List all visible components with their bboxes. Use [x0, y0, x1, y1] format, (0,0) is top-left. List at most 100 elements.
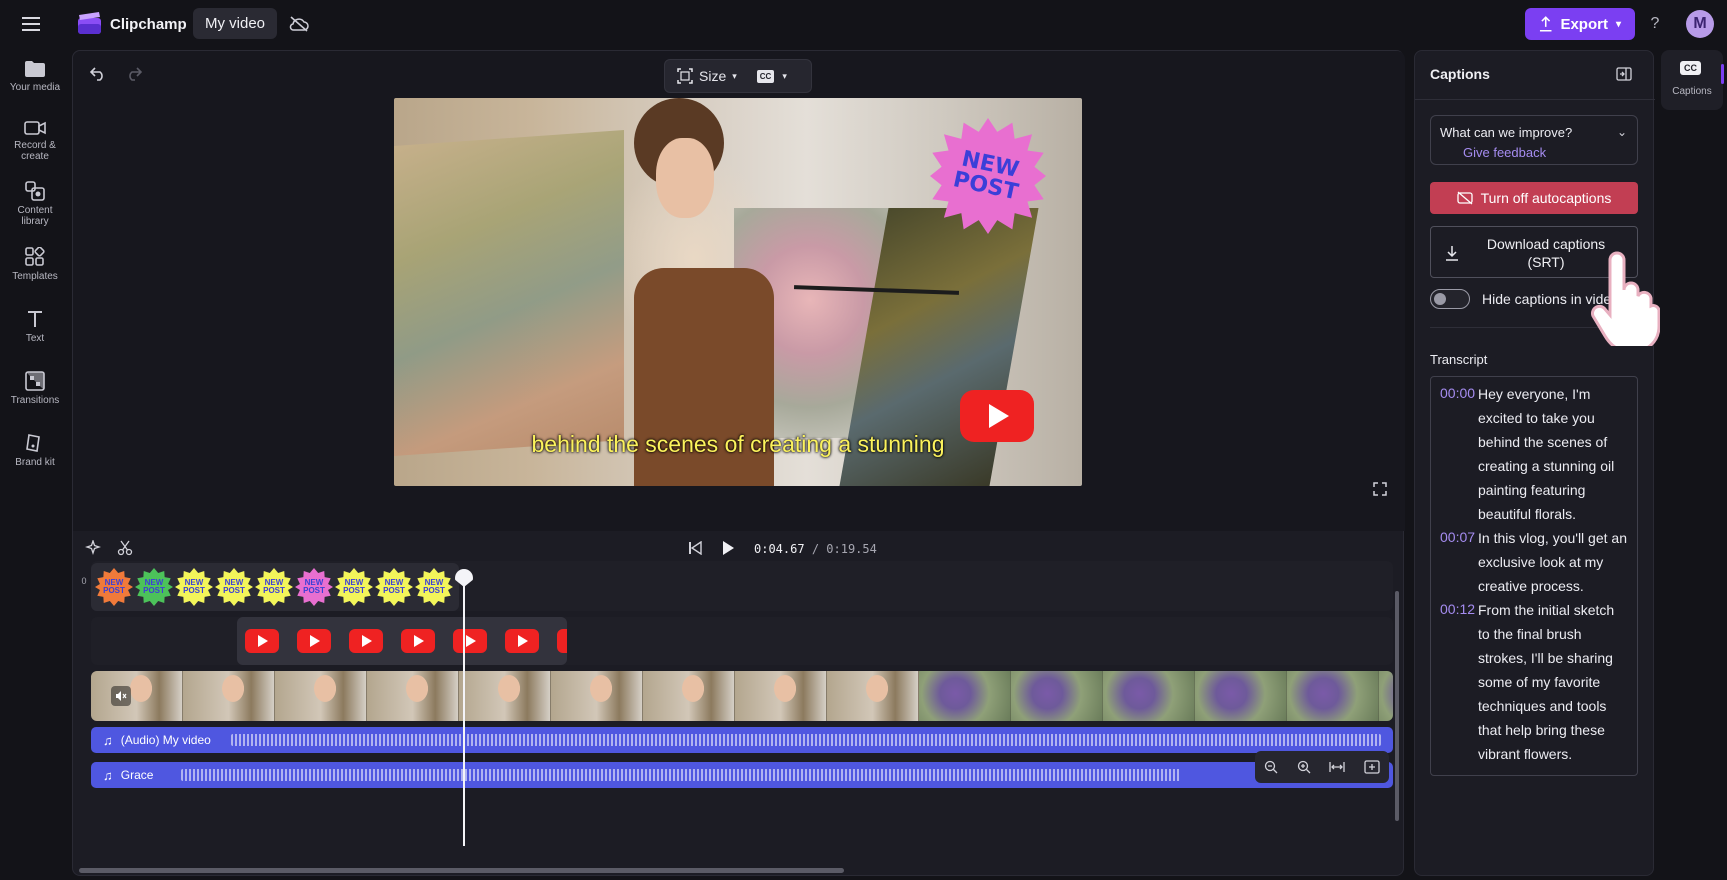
hide-captions-toggle[interactable]: [1430, 289, 1470, 309]
new-post-sticker-thumb: NEW POST: [295, 568, 333, 606]
feedback-question: What can we improve?: [1440, 125, 1573, 140]
audio-track-my-video[interactable]: ♫ (Audio) My video: [91, 727, 1393, 753]
right-rail-captions-tab[interactable]: CC Captions: [1661, 50, 1723, 110]
ruler-tick-label: 0: [81, 576, 87, 586]
collapse-panel-icon[interactable]: [1613, 64, 1635, 84]
youtube-logo-clip[interactable]: [237, 617, 567, 665]
turn-off-label: Turn off autocaptions: [1480, 190, 1612, 206]
sidebar-item-record-create[interactable]: Record & create: [0, 120, 70, 162]
audio-waveform: [231, 734, 1381, 746]
caption-overlay: behind the scenes of creating a stunning: [531, 431, 945, 457]
text-icon: [28, 311, 42, 327]
sticker-clip[interactable]: NEW POST NEW POST NEW POST NEW POST NEW POST…: [91, 563, 459, 611]
hand-pointer-icon: [1588, 250, 1661, 354]
sidebar-item-brand-kit[interactable]: Brand kit: [0, 433, 70, 468]
video-thumbnail: [919, 671, 1011, 721]
project-title[interactable]: My video: [193, 8, 278, 39]
play-icon[interactable]: [718, 538, 738, 558]
undo-icon[interactable]: [87, 64, 109, 84]
sidebar-item-templates[interactable]: Templates: [0, 247, 70, 282]
zoom-in-icon[interactable]: [1297, 760, 1311, 774]
export-label: Export: [1560, 15, 1608, 33]
video-thumbnail: [1195, 671, 1287, 721]
audio-waveform: [181, 769, 1181, 781]
new-post-sticker-thumb: NEW POST: [335, 568, 373, 606]
chevron-down-icon: ⌄: [1617, 125, 1628, 139]
youtube-logo-icon: [349, 629, 383, 653]
new-post-sticker-thumb: NEW POST: [415, 568, 453, 606]
youtube-logo-icon: [401, 629, 435, 653]
right-rail-label: Captions: [1672, 86, 1712, 97]
video-thumbnail: [91, 671, 183, 721]
transcript-text[interactable]: Hey everyone, I'm excited to take you be…: [1478, 382, 1628, 526]
scissors-icon[interactable]: [115, 538, 135, 558]
clipchamp-logo-icon: [77, 12, 103, 41]
video-thumbnail: [1103, 671, 1195, 721]
music-note-icon: ♫: [103, 767, 113, 783]
sidebar-item-your-media[interactable]: Your media: [0, 60, 70, 93]
captions-panel: Captions What can we improve? Give feedb…: [1414, 50, 1655, 876]
sidebar-item-label: Content library: [17, 205, 53, 227]
painting-landscape: [394, 129, 624, 457]
export-button[interactable]: Export ▾: [1525, 8, 1635, 40]
video-thumbnail: [827, 671, 919, 721]
fullscreen-icon[interactable]: [1370, 479, 1390, 499]
horizontal-scrollbar[interactable]: [79, 868, 844, 873]
transitions-icon: [25, 371, 45, 391]
library-icon: [25, 181, 45, 201]
video-preview[interactable]: NEW POST behind the scenes of creating a…: [394, 98, 1082, 486]
sidebar-item-label: Text: [25, 333, 45, 344]
video-thumbnail: [551, 671, 643, 721]
transcript-timestamp[interactable]: 00:07: [1440, 529, 1475, 545]
transcript-timestamp[interactable]: 00:12: [1440, 601, 1475, 617]
sidebar-item-transitions[interactable]: Transitions: [0, 371, 70, 406]
new-post-sticker-thumb: NEW POST: [255, 568, 293, 606]
current-time: 0:04.67: [754, 542, 805, 556]
fit-width-icon[interactable]: [1329, 760, 1345, 774]
redo-icon[interactable]: [123, 64, 145, 84]
sidebar-item-text[interactable]: Text: [0, 309, 70, 344]
divider: [1415, 99, 1655, 100]
transcript-heading: Transcript: [1430, 352, 1488, 367]
help-icon[interactable]: ?: [1645, 13, 1665, 35]
video-thumbnail: [643, 671, 735, 721]
top-bar: Clipchamp My video Export ▾ ? M: [0, 0, 1727, 48]
give-feedback-link[interactable]: Give feedback: [1463, 145, 1546, 160]
chevron-down-icon: ▾: [732, 70, 737, 81]
upload-icon: [1539, 16, 1552, 32]
new-post-sticker[interactable]: NEW POST: [930, 118, 1046, 234]
captions-dropdown[interactable]: CC ▾: [756, 69, 787, 83]
download-icon: [1446, 246, 1458, 261]
audio-track-grace[interactable]: ♫ Grace: [91, 762, 1393, 788]
new-post-sticker-thumb: NEW POST: [135, 568, 173, 606]
music-note-icon: ♫: [103, 732, 113, 748]
cloud-off-icon[interactable]: [288, 14, 310, 34]
video-clip[interactable]: [91, 671, 1393, 721]
new-post-sticker-thumb: NEW POST: [375, 568, 413, 606]
avatar[interactable]: M: [1686, 10, 1714, 38]
video-thumbnail: [275, 671, 367, 721]
person-face: [656, 138, 714, 218]
transcript-box[interactable]: 00:00 Hey everyone, I'm excited to take …: [1430, 376, 1638, 776]
transcript-timestamp[interactable]: 00:00: [1440, 385, 1475, 401]
zoom-out-icon[interactable]: [1264, 760, 1278, 774]
video-thumbnail: [183, 671, 275, 721]
size-dropdown[interactable]: Size ▾: [665, 68, 737, 84]
sidebar-item-label: Your media: [9, 82, 61, 93]
hamburger-menu-icon[interactable]: [18, 12, 44, 36]
transcript-text[interactable]: In this vlog, you'll get an exclusive lo…: [1478, 526, 1628, 598]
youtube-logo-icon: [245, 629, 279, 653]
zoom-controls: [1255, 751, 1389, 783]
feedback-dropdown[interactable]: What can we improve? Give feedback ⌄: [1430, 115, 1638, 165]
vertical-scrollbar[interactable]: [1395, 591, 1399, 821]
mute-icon[interactable]: [111, 686, 131, 706]
new-post-sticker-thumb: NEW POST: [95, 568, 133, 606]
video-thumbnail: [735, 671, 827, 721]
sidebar-item-content-library[interactable]: Content library: [0, 181, 70, 227]
turn-off-autocaptions-button[interactable]: Turn off autocaptions: [1430, 182, 1638, 214]
add-track-icon[interactable]: [1364, 760, 1380, 774]
active-tab-indicator: [1721, 64, 1724, 84]
transcript-text[interactable]: From the initial sketch to the final bru…: [1478, 598, 1628, 766]
magic-icon[interactable]: [83, 538, 103, 558]
skip-back-icon[interactable]: [685, 538, 705, 558]
